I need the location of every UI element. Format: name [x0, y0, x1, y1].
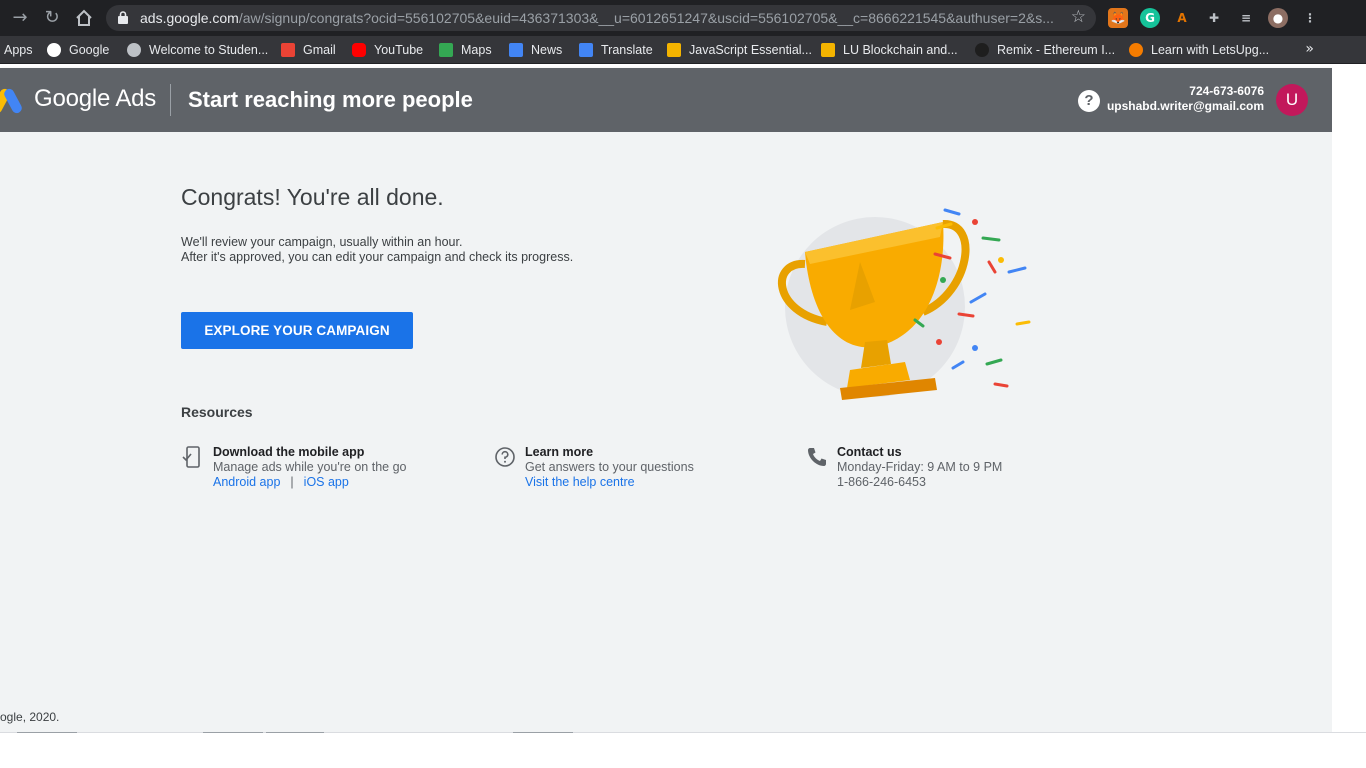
learn-more-desc: Get answers to your questions	[525, 460, 694, 474]
youtube-icon	[352, 43, 366, 57]
bookmark-javascript[interactable]: JavaScript Essential...	[667, 42, 812, 58]
bookmark-star-icon[interactable]: ☆	[1071, 7, 1086, 27]
copyright-footer: ogle, 2020.	[0, 710, 60, 724]
bookmark-apps[interactable]: Apps	[4, 42, 33, 58]
android-app-link[interactable]: Android app	[213, 475, 280, 489]
contact-hours: Monday-Friday: 9 AM to 9 PM	[837, 460, 1003, 474]
mobile-phone-icon	[182, 446, 200, 468]
bookmark-lu-blockchain[interactable]: LU Blockchain and...	[821, 42, 958, 58]
bookmark-youtube[interactable]: YouTube	[352, 42, 423, 58]
description-line-1: We'll review your campaign, usually with…	[181, 235, 463, 249]
reload-icon[interactable]: ↻	[40, 6, 64, 30]
google-g-icon	[47, 43, 61, 57]
congrats-heading: Congrats! You're all done.	[181, 184, 444, 210]
account-phone: 724-673-6076	[1189, 84, 1264, 98]
menu-kebab-icon[interactable]: ⋮	[1300, 8, 1320, 28]
help-centre-link[interactable]: Visit the help centre	[525, 475, 694, 490]
bottom-divider-mark	[17, 732, 77, 733]
news-icon	[509, 43, 523, 57]
explore-campaign-button[interactable]: EXPLORE YOUR CAMPAIGN	[181, 312, 413, 349]
gmail-icon	[281, 43, 295, 57]
mobile-app-title: Download the mobile app	[213, 445, 365, 459]
resource-mobile-app: Download the mobile app Manage ads while…	[213, 445, 407, 490]
bottom-strip	[0, 732, 1366, 768]
link-separator: |	[290, 475, 294, 489]
resource-learn-more: Learn more Get answers to your questions…	[525, 445, 694, 490]
help-circle-icon	[495, 447, 515, 467]
extensions-puzzle-icon[interactable]: ✚	[1204, 8, 1224, 28]
trophy-confetti-illustration	[778, 208, 1031, 400]
more-bookmarks-chevron-icon[interactable]: »	[1305, 41, 1314, 57]
grammarly-extension-icon[interactable]: G	[1140, 8, 1160, 28]
description-line-2: After it's approved, you can edit your c…	[181, 250, 574, 264]
remix-icon	[975, 43, 989, 57]
url-text: ads.google.com/aw/signup/congrats?ocid=5…	[140, 10, 1054, 26]
main-content: Congrats! You're all done. We'll review …	[0, 132, 1332, 732]
contact-us-title: Contact us	[837, 445, 902, 459]
browser-toolbar: → ↻ ads.google.com/aw/signup/congrats?oc…	[0, 0, 1366, 36]
account-email: upshabd.writer@gmail.com	[1106, 99, 1264, 113]
bookmark-maps[interactable]: Maps	[439, 42, 492, 58]
phone-icon	[808, 448, 826, 466]
resource-contact-us: Contact us Monday-Friday: 9 AM to 9 PM 1…	[837, 445, 1002, 490]
review-description: We'll review your campaign, usually with…	[181, 235, 573, 265]
help-icon[interactable]: ?	[1078, 90, 1100, 112]
learn-more-title: Learn more	[525, 445, 594, 459]
bookmark-google[interactable]: Google	[47, 42, 109, 58]
bookmark-welcome[interactable]: Welcome to Studen...	[127, 42, 268, 58]
slides-icon	[821, 43, 835, 57]
bookmark-translate[interactable]: Translate	[579, 42, 653, 58]
account-avatar[interactable]: U	[1276, 84, 1308, 116]
letsupgrade-icon	[1129, 43, 1143, 57]
profile-avatar-icon[interactable]: ●	[1268, 8, 1288, 28]
bottom-divider-mark	[203, 732, 263, 733]
lock-icon	[118, 11, 128, 24]
mobile-app-desc: Manage ads while you're on the go	[213, 460, 407, 474]
home-icon[interactable]	[72, 6, 96, 30]
bookmark-letsupgrade[interactable]: Learn with LetsUpg...	[1129, 42, 1269, 58]
globe-icon	[127, 43, 141, 57]
reading-list-icon[interactable]: ≡	[1236, 8, 1256, 28]
bookmarks-bar: Apps Google Welcome to Studen... Gmail Y…	[0, 36, 1366, 64]
forward-icon[interactable]: →	[8, 6, 32, 30]
address-bar[interactable]: ads.google.com/aw/signup/congrats?ocid=5…	[106, 5, 1096, 31]
bottom-divider-mark	[513, 732, 573, 733]
bookmark-news[interactable]: News	[509, 42, 562, 58]
ads-header: Google Ads Start reaching more people ? …	[0, 68, 1332, 132]
page-title: Start reaching more people	[188, 87, 473, 112]
bottom-divider-mark	[266, 732, 324, 733]
ios-app-link[interactable]: iOS app	[304, 475, 349, 489]
translate-icon	[579, 43, 593, 57]
metamask-extension-icon[interactable]: 🦊	[1108, 8, 1128, 28]
slides-icon	[667, 43, 681, 57]
header-divider	[170, 84, 171, 116]
product-name: Google Ads	[34, 85, 157, 112]
bookmark-remix[interactable]: Remix - Ethereum I...	[975, 42, 1115, 58]
maps-icon	[439, 43, 453, 57]
google-ads-logo-icon	[0, 88, 22, 114]
scrollbar-gutter	[1332, 68, 1366, 732]
contact-phone: 1-866-246-6453	[837, 475, 926, 489]
resources-heading: Resources	[181, 404, 253, 420]
extension-a-icon[interactable]: A	[1172, 8, 1192, 28]
bookmark-gmail[interactable]: Gmail	[281, 42, 336, 58]
